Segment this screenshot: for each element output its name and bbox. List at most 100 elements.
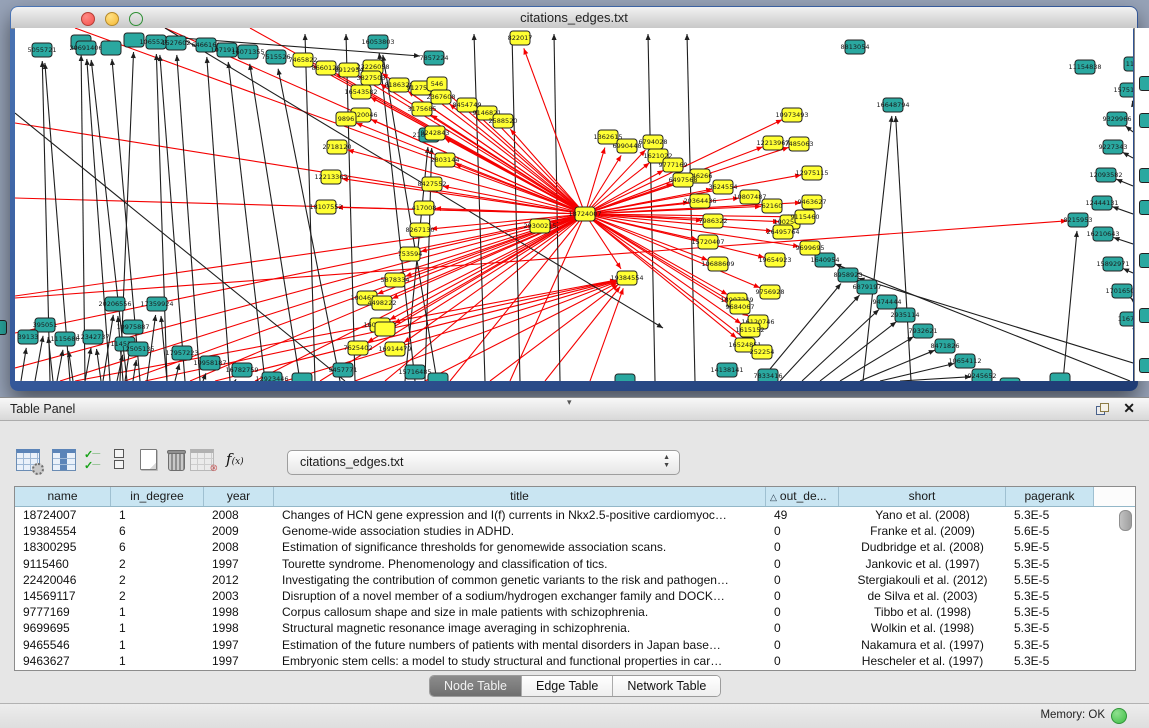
column-header-name[interactable]: name: [15, 487, 111, 506]
background-node-fragment: [1139, 168, 1149, 183]
svg-text:16914479: 16914479: [378, 345, 411, 353]
svg-text:3827503: 3827503: [357, 74, 386, 82]
cell-title: Structural magnetic resonance image aver…: [274, 620, 766, 636]
tab-node-table[interactable]: Node Table: [430, 676, 522, 696]
svg-text:252254: 252254: [750, 348, 775, 356]
svg-text:9896: 9896: [338, 115, 355, 123]
table-row[interactable]: 946554611997Estimation of the future num…: [15, 637, 1135, 653]
column-header-pagerank[interactable]: pagerank: [1006, 487, 1094, 506]
svg-text:12213363: 12213363: [314, 173, 347, 181]
dropdown-value: citations_edges.txt: [300, 455, 404, 469]
column-header-year[interactable]: year: [204, 487, 274, 506]
svg-text:9245652: 9245652: [968, 372, 997, 380]
cell-out_de...: 0: [766, 523, 839, 539]
panel-resize-grip-icon[interactable]: ▾: [567, 397, 572, 408]
svg-text:9474444: 9474444: [873, 298, 902, 306]
svg-text:9227343: 9227343: [1099, 143, 1128, 151]
svg-text:12093582: 12093582: [1089, 171, 1122, 179]
cell-out_de...: 0: [766, 572, 839, 588]
svg-text:1527602: 1527602: [162, 39, 191, 47]
column-header-out_de...[interactable]: △out_de...: [766, 487, 839, 506]
background-node-fragment: [1139, 308, 1149, 323]
vertical-scrollbar-thumb[interactable]: [1119, 510, 1132, 531]
window-title: citations_edges.txt: [11, 10, 1137, 25]
svg-text:12975115: 12975115: [795, 169, 828, 177]
tab-edge-table[interactable]: Edge Table: [522, 676, 613, 696]
svg-text:29300215: 29300215: [523, 222, 556, 230]
table-panel-header[interactable]: Table Panel ▾ ✕: [0, 398, 1149, 421]
cell-short: Wolkin et al. (1998): [839, 620, 1006, 636]
table-row[interactable]: 1830029562008Estimation of significance …: [15, 539, 1135, 555]
svg-text:116753: 116753: [1118, 315, 1133, 323]
table-row[interactable]: 2242004622012Investigating the contribut…: [15, 572, 1135, 588]
svg-text:6794028: 6794028: [639, 138, 668, 146]
cell-short: Yano et al. (2008): [839, 507, 1006, 523]
table-selector-dropdown[interactable]: citations_edges.txt ▲▼: [287, 450, 680, 475]
tab-network-table[interactable]: Network Table: [613, 676, 720, 696]
svg-text:10973493: 10973493: [775, 111, 808, 119]
svg-text:8427552: 8427552: [418, 180, 447, 188]
cell-year: 2008: [204, 507, 274, 523]
background-window-strip: [1134, 28, 1149, 381]
svg-text:18107552: 18107552: [309, 203, 342, 211]
cell-in_degree: 1: [111, 620, 204, 636]
cell-title: Corpus callosum shape and size in male p…: [274, 604, 766, 620]
row-box-icon: [114, 449, 124, 458]
column-header-in_degree[interactable]: in_degree: [111, 487, 204, 506]
cell-title: Disruption of a novel member of a sodium…: [274, 588, 766, 604]
cell-out_de...: 0: [766, 620, 839, 636]
table-row[interactable]: 977716911998Corpus callosum shape and si…: [15, 604, 1135, 620]
svg-text:8267130: 8267130: [406, 226, 435, 234]
svg-text:15892971: 15892971: [1096, 260, 1129, 268]
network-svg[interactable]: 5055721206914061065528715276026466160107…: [15, 28, 1133, 381]
background-node-fragment: [1139, 253, 1149, 268]
cell-year: 1997: [204, 556, 274, 572]
cell-out_de...: 49: [766, 507, 839, 523]
memory-ok-indicator-icon[interactable]: [1111, 708, 1127, 724]
svg-text:20691406: 20691406: [69, 44, 102, 52]
clear-table-button-disabled: ⊗: [190, 449, 214, 471]
cell-title: Tourette syndrome. Phenomenology and cla…: [274, 556, 766, 572]
svg-text:9242843: 9242843: [421, 129, 450, 137]
svg-text:16071355: 16071355: [231, 48, 264, 56]
table-row[interactable]: 1456911722003Disruption of a novel membe…: [15, 588, 1135, 604]
table-row[interactable]: 1938455462009Genome-wide association stu…: [15, 523, 1135, 539]
svg-text:1615152: 1615152: [736, 326, 765, 334]
svg-text:17359924: 17359924: [140, 300, 173, 308]
cell-pagerank: 5.3E-5: [1006, 507, 1094, 523]
table-mode-tabs: Node TableEdge TableNetwork Table: [429, 675, 721, 697]
svg-text:4498222: 4498222: [368, 299, 397, 307]
window-titlebar[interactable]: citations_edges.txt: [11, 7, 1137, 29]
table-row[interactable]: 969969511998Structural magnetic resonanc…: [15, 620, 1135, 636]
svg-text:395051: 395051: [33, 321, 58, 329]
network-canvas[interactable]: 5055721206914061065528715276026466160107…: [15, 28, 1133, 381]
float-panel-icon[interactable]: [1096, 403, 1109, 415]
background-node-fragment: [1139, 358, 1149, 373]
column-header-short[interactable]: short: [839, 487, 1006, 506]
network-window[interactable]: citations_edges.txt 50557212069140610655…: [10, 6, 1138, 391]
svg-text:10958187: 10958187: [193, 359, 226, 367]
cell-pagerank: 5.3E-5: [1006, 604, 1094, 620]
new-table-button[interactable]: [140, 449, 157, 470]
select-rows-button[interactable]: ✓—✓—: [84, 449, 99, 471]
table-row[interactable]: 911546021997Tourette syndrome. Phenomeno…: [15, 556, 1135, 572]
svg-text:16543582: 16543582: [344, 88, 377, 96]
table-settings-button[interactable]: [16, 449, 40, 471]
table-row[interactable]: 1872400712008Changes of HCN gene express…: [15, 507, 1135, 523]
cell-name: 14569117: [15, 588, 111, 604]
close-panel-icon[interactable]: ✕: [1123, 400, 1135, 417]
cell-title: Genome-wide association studies in ADHD.: [274, 523, 766, 539]
table-row[interactable]: 946362711997Embryonic stem cells: a mode…: [15, 653, 1135, 669]
show-columns-button[interactable]: [52, 449, 76, 471]
svg-text:9756928: 9756928: [756, 288, 785, 296]
delete-rows-button[interactable]: [168, 449, 185, 471]
svg-text:8215953: 8215953: [1064, 216, 1093, 224]
sort-ascending-icon: △: [770, 492, 777, 502]
column-header-title[interactable]: title: [274, 487, 766, 506]
svg-text:12505135: 12505135: [121, 345, 154, 353]
cell-out_de...: 0: [766, 604, 839, 620]
svg-text:19384554: 19384554: [610, 274, 643, 282]
function-builder-button[interactable]: f(x): [226, 450, 244, 468]
svg-text:12444131: 12444131: [1085, 199, 1118, 207]
row-height-button[interactable]: [114, 449, 124, 471]
